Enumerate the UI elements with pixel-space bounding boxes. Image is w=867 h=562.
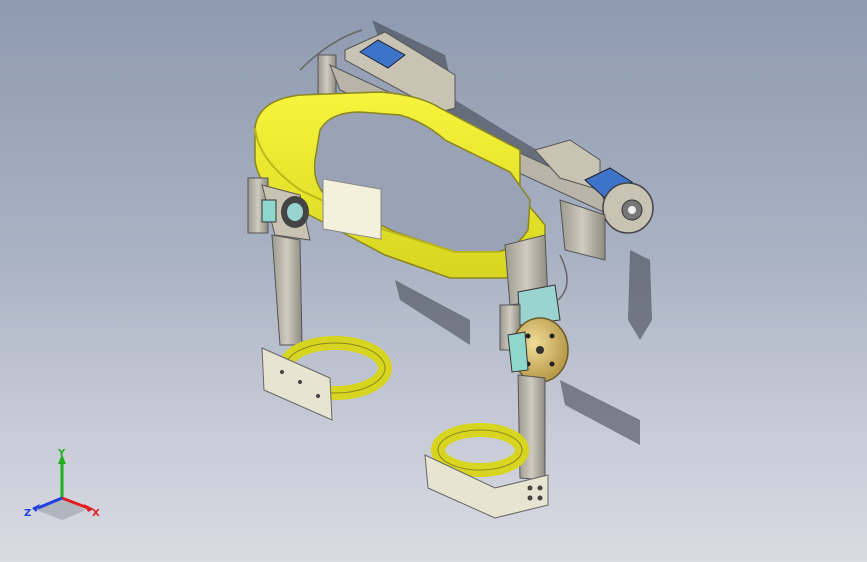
y-axis-label: Y (57, 448, 66, 459)
3d-viewport[interactable]: Y X Z (0, 0, 867, 562)
hip-joint-right[interactable] (499, 234, 569, 383)
thigh-cuff-left[interactable] (261, 336, 392, 421)
exoskeleton-model[interactable] (0, 0, 867, 562)
axis-triad[interactable]: Y X Z (22, 446, 112, 526)
thigh-link-left[interactable] (271, 234, 303, 346)
x-axis-label: X (92, 508, 100, 519)
z-axis-label: Z (24, 508, 31, 519)
